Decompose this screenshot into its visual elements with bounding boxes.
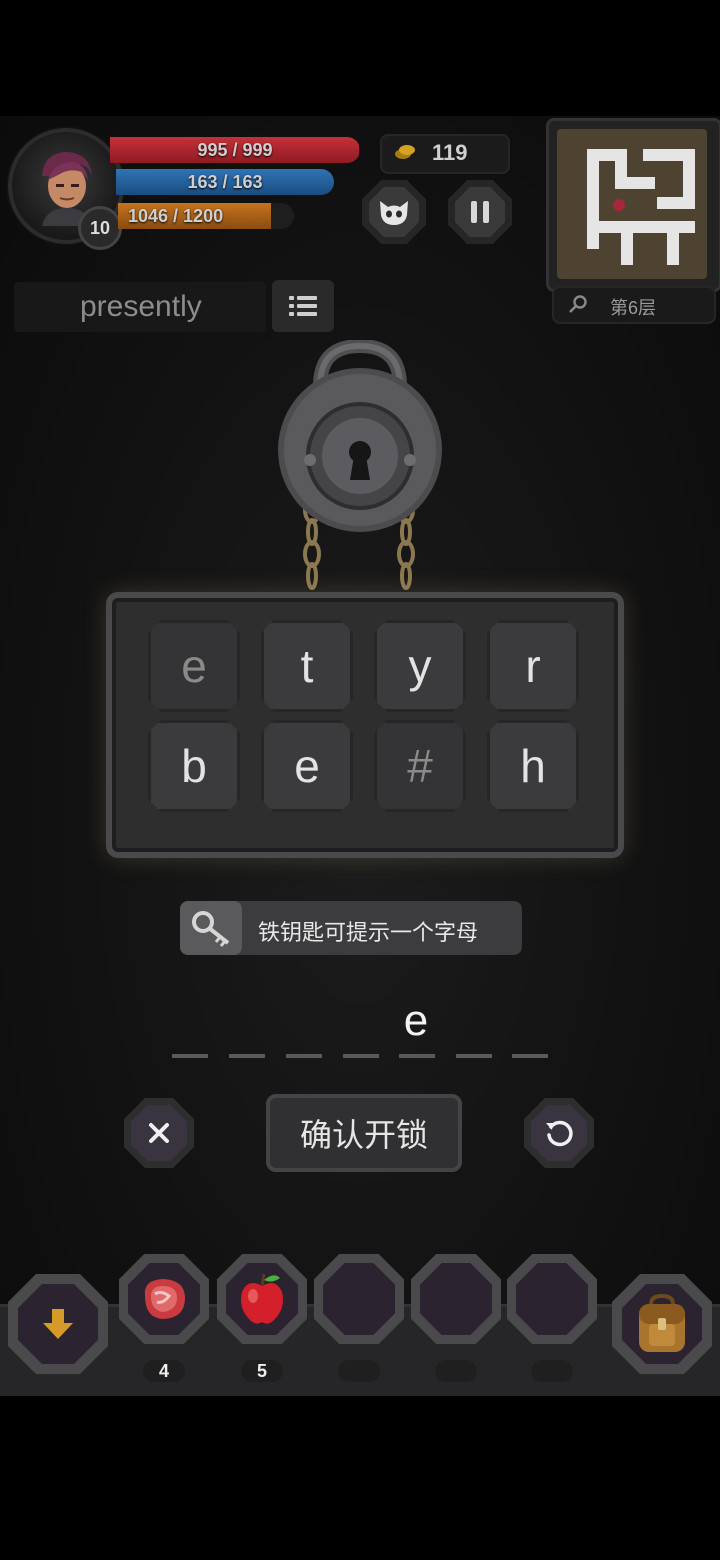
clear-button[interactable] (124, 1098, 194, 1168)
target-word-panel: presently (14, 282, 266, 332)
collapse-inventory-button[interactable] (8, 1274, 108, 1374)
xp-bar: 1046 / 1200 (118, 203, 294, 229)
iron-key-icon (192, 911, 230, 947)
game-screen: 10 995 / 999 163 / 163 1046 / 1200 119 第… (0, 116, 720, 1396)
hp-text: 995 / 999 (197, 139, 273, 160)
undo-icon (546, 1120, 573, 1147)
arrow-down-icon (43, 1309, 73, 1339)
backpack-icon (639, 1294, 685, 1352)
item-count: 4 (143, 1360, 185, 1382)
inventory-slot-4[interactable] (411, 1254, 501, 1344)
minimap[interactable] (546, 118, 720, 292)
inventory-slot-5[interactable] (507, 1254, 597, 1344)
item-count (531, 1360, 573, 1382)
hint-button[interactable]: 铁钥匙可提示一个字母 (180, 901, 522, 955)
hp-bar: 995 / 999 (110, 137, 360, 163)
answer-slot (286, 1054, 322, 1058)
item-count: 5 (241, 1360, 283, 1382)
pause-button[interactable] (448, 180, 512, 244)
word-list-button[interactable] (272, 280, 334, 332)
pet-face-icon (380, 201, 408, 225)
answer-slot (229, 1054, 265, 1058)
maze-map (557, 129, 707, 279)
padlock-icon (278, 340, 442, 590)
level-badge: 10 (78, 206, 122, 250)
pause-icon (471, 201, 489, 223)
gold-coin-icon (395, 145, 415, 159)
answer-slot (172, 1054, 208, 1058)
iron-key-slot (180, 901, 242, 955)
answer-slot (399, 1054, 435, 1058)
inventory-slot-1[interactable] (119, 1254, 209, 1344)
xp-text: 1046 / 1200 (128, 205, 224, 226)
reset-button[interactable] (524, 1098, 594, 1168)
typed-letter: e (403, 996, 429, 1045)
letter-tile[interactable]: b (148, 720, 240, 812)
item-count (338, 1360, 380, 1382)
answer-slot (343, 1054, 379, 1058)
hint-text: 铁钥匙可提示一个字母 (258, 920, 479, 945)
mp-bar: 163 / 163 (116, 169, 334, 195)
floor-indicator[interactable]: 第6层 (552, 286, 716, 324)
search-icon (569, 295, 587, 313)
letter-tile[interactable]: e (261, 720, 353, 812)
letter-tile[interactable]: t (261, 620, 353, 712)
apple-icon (241, 1273, 283, 1324)
pet-button[interactable] (362, 180, 426, 244)
gold-counter: 119 (380, 134, 510, 174)
inventory-slot-2[interactable] (217, 1254, 307, 1344)
letter-board: e t y r b e # h (106, 592, 624, 858)
answer-slot (456, 1054, 492, 1058)
target-word: presently (80, 290, 202, 323)
list-icon (289, 296, 317, 316)
floor-label: 第6层 (610, 298, 657, 318)
gold-count: 119 (432, 140, 468, 165)
letter-tile[interactable]: h (487, 720, 579, 812)
letter-tile[interactable]: y (374, 620, 466, 712)
meat-icon (144, 1279, 185, 1319)
close-icon (149, 1123, 169, 1143)
letter-tile[interactable]: e (148, 620, 240, 712)
letter-tile[interactable]: r (487, 620, 579, 712)
letter-tile[interactable]: # (374, 720, 466, 812)
confirm-unlock-button[interactable]: 确认开锁 (266, 1094, 462, 1172)
inventory-slot-3[interactable] (314, 1254, 404, 1344)
mp-text: 163 / 163 (187, 171, 263, 192)
backpack-button[interactable] (612, 1274, 712, 1374)
item-count (435, 1360, 477, 1382)
answer-slot (512, 1054, 548, 1058)
